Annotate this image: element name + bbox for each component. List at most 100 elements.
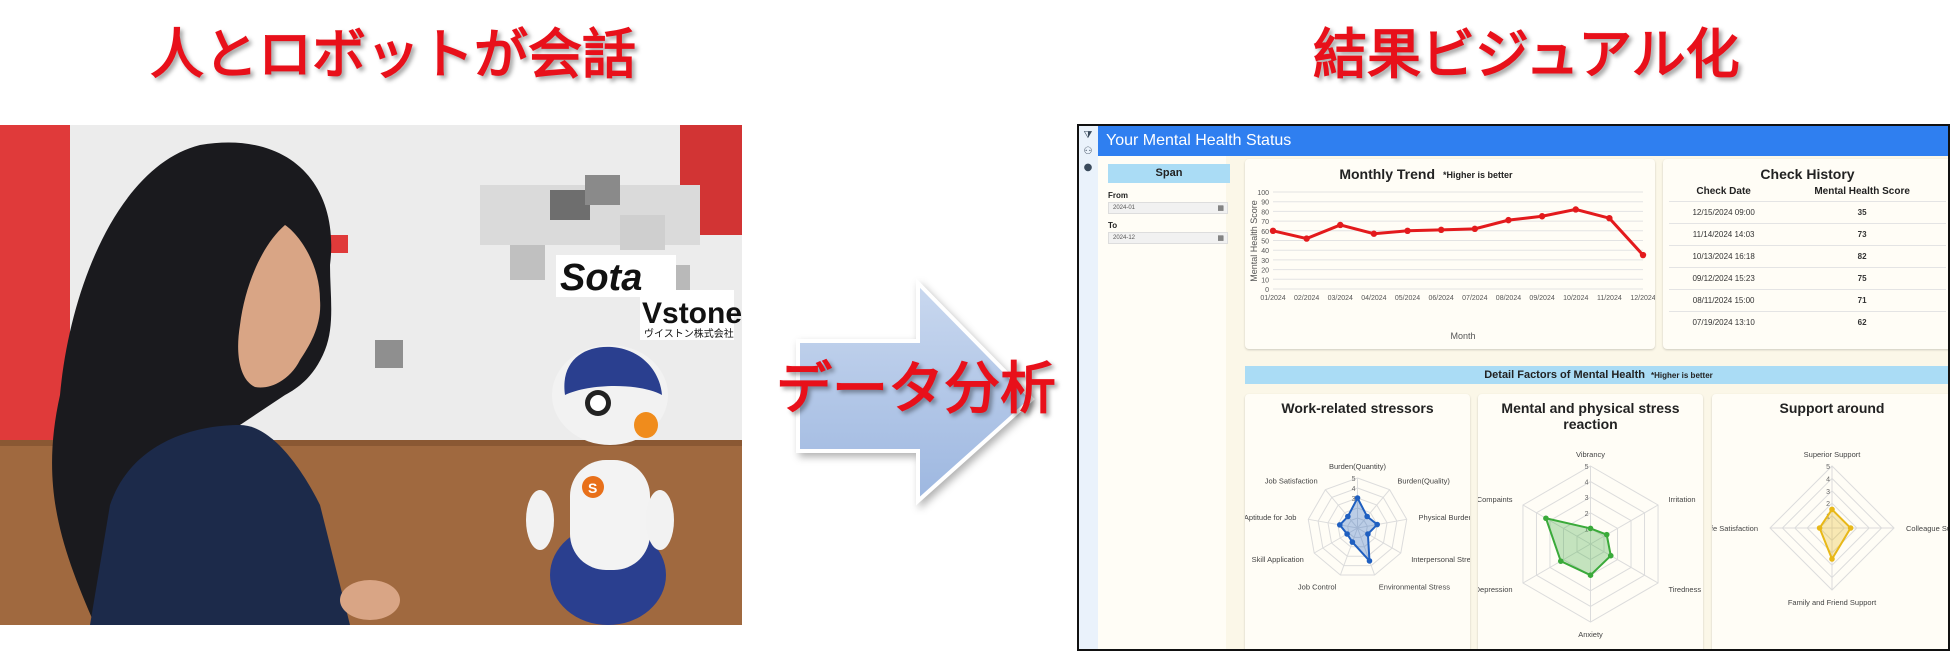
radar-point[interactable] — [1366, 558, 1373, 564]
from-date-value: 2024-01 — [1113, 205, 1136, 211]
col-check-date: Check Date — [1696, 186, 1751, 197]
row-date: 08/11/2024 15:00 — [1669, 289, 1779, 312]
trend-title: Monthly Trend — [1339, 166, 1435, 182]
radar-tick-label: 4 — [1585, 480, 1589, 487]
radar-point[interactable] — [1607, 552, 1614, 559]
radar-point[interactable] — [1374, 521, 1380, 528]
photo-illustration: S Sota Vstone ヴイストン株式会社 — [0, 125, 742, 625]
row-score: 71 — [1778, 289, 1946, 312]
y-tick-label: 40 — [1261, 248, 1269, 255]
trend-point[interactable] — [1437, 226, 1445, 234]
radar-point[interactable] — [1344, 531, 1350, 537]
trend-point[interactable] — [1471, 225, 1479, 233]
work-stressors-panel: Work-related stressors 3 4 5 Burden(Quantit… — [1244, 394, 1479, 649]
radar-point[interactable] — [1354, 495, 1361, 501]
radar-tick-label: 2 — [1826, 501, 1830, 508]
check-history-title: Check History — [1760, 166, 1855, 182]
table-row[interactable]: 11/14/2024 14:03 73 — [1669, 223, 1946, 246]
radar-point[interactable] — [1349, 539, 1356, 545]
trend-point[interactable] — [1303, 235, 1310, 242]
trend-point[interactable] — [1404, 227, 1411, 234]
detail-factors-bar: Detail Factors of Mental Health *Higher i… — [1245, 366, 1948, 384]
trend-note: *Higher is better — [1443, 170, 1513, 180]
y-tick-label: 10 — [1261, 277, 1269, 284]
stress-reaction-title: Mental and physical stress reaction — [1501, 400, 1680, 432]
row-date: 11/14/2024 14:03 — [1669, 223, 1779, 246]
radar-point[interactable] — [1587, 525, 1594, 532]
radar-axis-label: Anxiety — [1578, 630, 1603, 639]
radar-point[interactable] — [1365, 531, 1371, 537]
trend-xlabel: Month — [1450, 331, 1475, 341]
calendar-icon[interactable]: ▦ — [1217, 234, 1224, 244]
radar-point[interactable] — [1336, 522, 1343, 528]
radar-point[interactable] — [1345, 513, 1351, 520]
arrow-label: データ分析 — [776, 357, 1056, 422]
trend-point[interactable] — [1370, 230, 1378, 237]
radar-axis-label: Burden(Quantity) — [1329, 462, 1387, 471]
trend-point[interactable] — [1606, 214, 1613, 222]
calendar-icon[interactable]: ▦ — [1217, 204, 1224, 214]
table-row[interactable]: 08/11/2024 15:00 71 — [1669, 289, 1946, 312]
trend-point[interactable] — [1505, 216, 1512, 224]
radar-axis-label: Depression — [1478, 585, 1513, 594]
detail-note: *Higher is better — [1650, 371, 1713, 380]
radar-axis-label: Skill Application — [1252, 555, 1304, 564]
row-date: 09/12/2024 15:23 — [1669, 267, 1779, 290]
row-score: 73 — [1778, 223, 1946, 246]
y-tick-label: 20 — [1261, 268, 1269, 275]
radar-point[interactable] — [1829, 506, 1835, 513]
radar-series-area — [1338, 495, 1379, 564]
x-tick-label: 06/2024 — [1429, 295, 1454, 302]
row-date: 07/19/2024 13:10 — [1669, 311, 1779, 333]
y-tick-label: 0 — [1265, 287, 1269, 294]
work-stressors-title: Work-related stressors — [1281, 400, 1434, 416]
trend-point[interactable] — [1639, 251, 1647, 259]
work-stressors-radar: 345Burden(Quantity)Burden(Quality)Physic… — [1244, 462, 1479, 591]
trend-point[interactable] — [1269, 227, 1277, 234]
info-icon[interactable]: ● — [1082, 162, 1094, 174]
radar-point[interactable] — [1557, 558, 1564, 564]
filter-icon[interactable]: ⧩ — [1082, 130, 1094, 142]
table-row[interactable]: 07/19/2024 13:10 62 — [1669, 311, 1946, 333]
radar-axis-label: Job Control — [1298, 582, 1337, 591]
radar-point[interactable] — [1364, 513, 1370, 520]
radar-axis-label: Colleague Support — [1906, 524, 1950, 533]
y-tick-label: 80 — [1261, 209, 1269, 216]
trend-point[interactable] — [1538, 213, 1546, 220]
radar-axis-label: Job Satisfaction — [1265, 477, 1318, 486]
row-date: 12/15/2024 09:00 — [1669, 201, 1779, 224]
x-tick-label: 10/2024 — [1563, 295, 1588, 302]
x-tick-label: 01/2024 — [1260, 295, 1285, 302]
radar-point[interactable] — [1847, 525, 1854, 531]
trend-ylabel: Mental Health Score — [1249, 200, 1259, 282]
support-panel: Support around 1 2 3 4 5 Superior Support Coll… — [1705, 394, 1950, 649]
y-tick-label: 60 — [1261, 229, 1269, 236]
radar-point[interactable] — [1543, 515, 1549, 522]
x-tick-label: 08/2024 — [1496, 295, 1521, 302]
span-button[interactable]: Span — [1108, 164, 1230, 183]
radar-point[interactable] — [1816, 525, 1823, 531]
from-date-input[interactable]: 2024-01 ▦ — [1108, 202, 1228, 214]
x-tick-label: 11/2024 — [1597, 295, 1622, 302]
radar-point[interactable] — [1829, 556, 1835, 562]
monthly-trend-chart: Monthly Trend *Higher is better Mental H… — [1249, 166, 1656, 341]
trend-point[interactable] — [1572, 206, 1579, 213]
x-tick-label: 05/2024 — [1395, 295, 1420, 302]
to-label: To — [1108, 221, 1118, 230]
radar-point[interactable] — [1603, 531, 1610, 538]
to-date-value: 2024-12 — [1113, 235, 1136, 241]
radar-point[interactable] — [1587, 572, 1594, 578]
radar-axis-label: Physical Burden — [1419, 513, 1470, 522]
users-icon[interactable]: ⚇ — [1082, 146, 1094, 158]
row-score: 35 — [1778, 201, 1946, 224]
support-title: Support around — [1779, 400, 1885, 416]
to-date-input[interactable]: 2024-12 ▦ — [1108, 232, 1228, 244]
trend-point[interactable] — [1337, 221, 1344, 229]
table-row[interactable]: 09/12/2024 15:23 75 — [1669, 267, 1946, 290]
table-row[interactable]: 12/15/2024 09:00 35 — [1669, 201, 1946, 224]
robot-conversation-photo: S Sota Vstone ヴイストン株式会社 — [0, 125, 742, 625]
from-label: From — [1108, 191, 1128, 200]
table-row[interactable]: 10/13/2024 16:18 82 — [1669, 245, 1946, 268]
support-radar: 12345Superior SupportColleague SupportFa… — [1705, 450, 1950, 607]
radar-axis-label: Interpersonal Stress — [1411, 555, 1470, 564]
